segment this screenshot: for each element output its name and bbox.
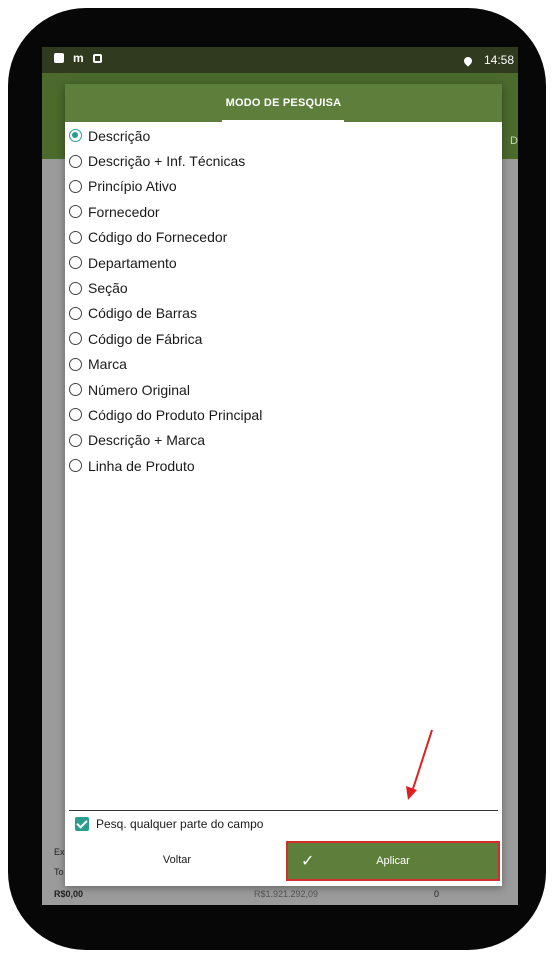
radio-icon[interactable] (69, 281, 82, 295)
option-departamento[interactable]: Departamento (69, 250, 502, 275)
radio-icon[interactable] (69, 408, 82, 422)
apply-button-label: Aplicar (376, 855, 410, 867)
option-codigo-barras[interactable]: Código de Barras (69, 301, 502, 326)
option-descricao[interactable]: Descrição (69, 123, 502, 148)
option-fornecedor[interactable]: Fornecedor (69, 199, 502, 224)
dialog-header: MODO DE PESQUISA (65, 84, 502, 122)
radio-icon[interactable] (69, 383, 82, 397)
bg-label-to: To (54, 867, 64, 877)
radio-icon[interactable] (69, 433, 82, 447)
option-label: Descrição + Inf. Técnicas (88, 153, 246, 170)
status-bar: m 14:58 (42, 47, 518, 73)
option-label: Descrição + Marca (88, 432, 206, 449)
dialog-title-underline (222, 120, 344, 122)
option-label: Seção (88, 280, 128, 297)
option-label: Número Original (88, 381, 190, 398)
search-mode-options: Descrição Descrição + Inf. Técnicas Prin… (69, 123, 502, 478)
option-label: Código de Fábrica (88, 330, 203, 347)
radio-icon[interactable] (69, 306, 82, 320)
status-time: 14:58 (483, 53, 514, 67)
radio-icon[interactable] (69, 179, 82, 193)
option-marca[interactable]: Marca (69, 352, 502, 377)
bg-value-center: R$1.921.292,09 (254, 889, 319, 899)
apply-button[interactable]: ✓ Aplicar (286, 841, 500, 881)
option-principio-ativo[interactable]: Princípio Ativo (69, 174, 502, 199)
option-codigo-produto-principal[interactable]: Código do Produto Principal (69, 402, 502, 427)
option-label: Código de Barras (88, 305, 197, 322)
location-icon (462, 54, 474, 67)
option-label: Linha de Produto (88, 457, 195, 474)
option-label: Marca (88, 356, 127, 373)
option-label: Princípio Ativo (88, 178, 177, 195)
option-codigo-fornecedor[interactable]: Código do Fornecedor (69, 225, 502, 250)
back-button[interactable]: Voltar (117, 842, 237, 878)
partial-search-checkbox-row[interactable]: Pesq. qualquer parte do campo (75, 817, 263, 831)
bg-value-left: R$0,00 (54, 889, 84, 899)
radio-icon[interactable] (69, 256, 82, 270)
option-label: Código do Fornecedor (88, 229, 228, 246)
radio-selected-icon[interactable] (69, 129, 82, 143)
radio-icon[interactable] (69, 459, 82, 473)
radio-icon[interactable] (69, 332, 82, 346)
image-icon (92, 53, 102, 63)
radio-icon[interactable] (69, 154, 82, 168)
option-label: Fornecedor (88, 203, 160, 220)
divider (69, 810, 498, 811)
option-linha-produto[interactable]: Linha de Produto (69, 453, 502, 478)
option-secao[interactable]: Seção (69, 275, 502, 300)
option-label: Código do Produto Principal (88, 406, 263, 423)
option-codigo-fabrica[interactable]: Código de Fábrica (69, 326, 502, 351)
radio-icon[interactable] (69, 357, 82, 371)
bg-label-ex: Ex (54, 847, 65, 857)
partial-search-label: Pesq. qualquer parte do campo (96, 817, 264, 831)
option-label: Departamento (88, 254, 177, 271)
android-icon (54, 53, 64, 63)
option-descricao-inf-tecnicas[interactable]: Descrição + Inf. Técnicas (69, 148, 502, 173)
dialog-title: MODO DE PESQUISA (225, 97, 342, 109)
appbar-hint-text: D (510, 135, 518, 147)
radio-icon[interactable] (69, 230, 82, 244)
annotation-arrow-icon (406, 729, 433, 800)
m-icon: m (73, 51, 84, 65)
bg-value-right: 0 (434, 889, 440, 899)
option-descricao-marca[interactable]: Descrição + Marca (69, 428, 502, 453)
option-numero-original[interactable]: Número Original (69, 377, 502, 402)
radio-icon[interactable] (69, 205, 82, 219)
checkbox-checked-icon[interactable] (75, 817, 89, 831)
option-label: Descrição (88, 127, 151, 144)
